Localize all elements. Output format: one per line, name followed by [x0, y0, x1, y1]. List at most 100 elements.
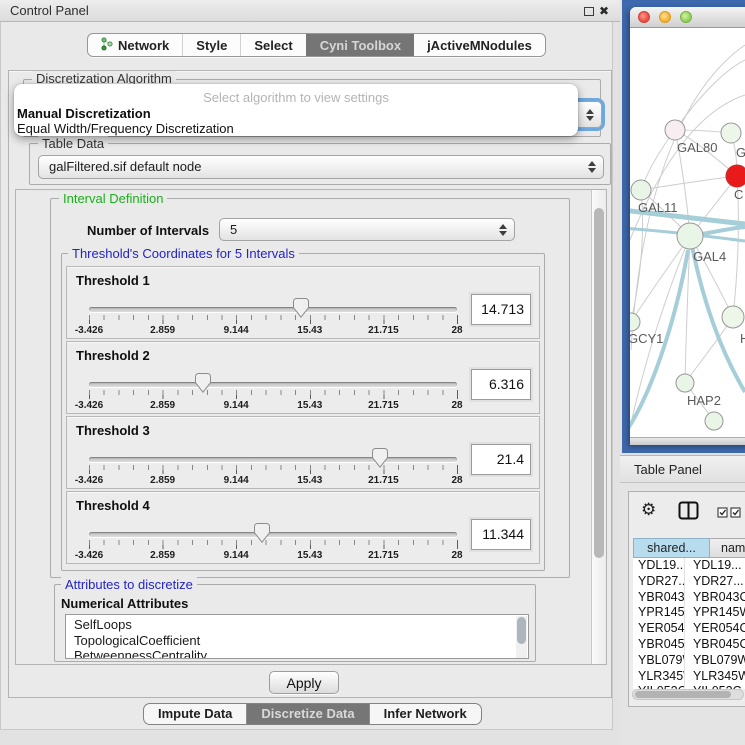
tab-select[interactable]: Select: [240, 34, 305, 56]
cell-shared-name[interactable]: YPR145W: [633, 605, 685, 621]
table-data-combobox[interactable]: galFiltered.sif default node: [38, 155, 604, 179]
scrollbar-thumb[interactable]: [635, 691, 731, 698]
threshold-value-field[interactable]: 21.4: [471, 444, 531, 475]
tab-style[interactable]: Style: [182, 34, 240, 56]
network-node[interactable]: [677, 223, 703, 249]
cell-name[interactable]: YPR145W: [685, 605, 745, 621]
column-header-shared-name[interactable]: shared...: [633, 538, 710, 558]
algorithm-dropdown-popup: Select algorithm to view settings Manual…: [14, 84, 578, 136]
split-columns-icon[interactable]: [678, 501, 699, 525]
num-intervals-combobox[interactable]: 5: [219, 218, 515, 241]
gear-icon[interactable]: ⚙: [641, 500, 656, 520]
table-horizontal-scrollbar[interactable]: [632, 689, 744, 700]
network-window-titlebar[interactable]: [630, 7, 745, 28]
cell-shared-name[interactable]: YDR27...: [633, 574, 685, 590]
slider-ticks: [89, 465, 457, 474]
traffic-light-minimize-icon[interactable]: [659, 11, 671, 23]
slider-track[interactable]: [89, 457, 457, 462]
cell-name[interactable]: YER054C: [685, 621, 745, 637]
table-row[interactable]: YBL079WYBL079W: [633, 653, 745, 669]
network-node[interactable]: [630, 313, 640, 331]
list-item[interactable]: SelfLoops: [66, 615, 528, 633]
cell-name[interactable]: YBL079W: [685, 653, 745, 669]
network-node[interactable]: [676, 374, 694, 392]
cell-name[interactable]: YDL19...: [685, 558, 745, 574]
threshold-coordinates-group: Threshold's Coordinates for 5 Intervals …: [61, 253, 545, 571]
slider-track[interactable]: [89, 532, 457, 537]
cell-name[interactable]: YDR27...: [685, 574, 745, 590]
table-header-row: shared... name: [633, 538, 745, 558]
combo-stepper-icon: [588, 161, 596, 173]
table-row[interactable]: YPR145WYPR145W: [633, 605, 745, 621]
cyni-content-panel: Discretization Algorithm Table Data galF…: [8, 70, 612, 698]
list-item[interactable]: TopologicalCoefficient: [66, 633, 528, 649]
tick-label: 2.859: [150, 475, 175, 486]
checkbox-icon[interactable]: [717, 505, 728, 523]
settings-scrollpanel: Interval Definition Number of Intervals …: [15, 189, 607, 665]
threshold-panel: Threshold 1 -3.426 2.859 9.144 15.43 21.…: [66, 266, 540, 339]
combo-value: 5: [230, 219, 237, 241]
interval-definition-group: Interval Definition Number of Intervals …: [50, 198, 570, 578]
cell-shared-name[interactable]: YLR345W: [633, 669, 685, 685]
close-icon[interactable]: ✖: [599, 3, 609, 19]
threshold-slider[interactable]: -3.426 2.859 9.144 15.43 21.715 28: [89, 267, 457, 339]
cell-shared-name[interactable]: YDL19...: [633, 558, 685, 574]
threshold-slider[interactable]: -3.426 2.859 9.144 15.43 21.715 28: [89, 417, 457, 489]
list-scrollbar[interactable]: [516, 616, 527, 658]
table-row[interactable]: YDR27...YDR27...: [633, 574, 745, 590]
network-node[interactable]: [722, 306, 744, 328]
dropdown-option-equal-width-frequency[interactable]: Equal Width/Frequency Discretization: [17, 121, 234, 136]
tab-jactivemnodules[interactable]: jActiveMNodules: [414, 34, 545, 56]
slider-track[interactable]: [89, 382, 457, 387]
cell-name[interactable]: YLR345W: [685, 669, 745, 685]
cell-shared-name[interactable]: YBL079W: [633, 653, 685, 669]
list-item[interactable]: BetweennessCentrality: [66, 648, 528, 659]
table-row[interactable]: YBR043CYBR043C: [633, 590, 745, 606]
network-node[interactable]: [705, 412, 723, 430]
network-node-label: GAL80: [677, 140, 717, 155]
table-row[interactable]: YLR345WYLR345W: [633, 669, 745, 685]
dropdown-option-manual-discretization[interactable]: Manual Discretization: [17, 106, 151, 121]
num-intervals-label: Number of Intervals: [87, 223, 209, 238]
threshold-value-field[interactable]: 14.713: [471, 294, 531, 325]
tab-network[interactable]: Network: [88, 34, 182, 56]
slider-thumb[interactable]: [293, 298, 309, 318]
tick-label: -3.426: [75, 550, 103, 561]
slider-thumb[interactable]: [254, 523, 270, 543]
tab-label: Select: [254, 38, 292, 53]
threshold-slider[interactable]: -3.426 2.859 9.144 15.43 21.715 28: [89, 492, 457, 564]
table-row[interactable]: YBR045CYBR045C: [633, 637, 745, 653]
network-node[interactable]: [721, 123, 741, 143]
cell-name[interactable]: YBR043C: [685, 590, 745, 606]
tab-infer-network[interactable]: Infer Network: [369, 704, 481, 724]
threshold-panel: Threshold 2 -3.426 2.859 9.144 15.43 21.…: [66, 341, 540, 414]
slider-thumb[interactable]: [195, 373, 211, 393]
cell-shared-name[interactable]: YER054C: [633, 621, 685, 637]
table-row[interactable]: YDL19...YDL19...: [633, 558, 745, 574]
network-node[interactable]: [631, 180, 651, 200]
tab-discretize-data[interactable]: Discretize Data: [246, 704, 368, 724]
tab-impute-data[interactable]: Impute Data: [144, 704, 246, 724]
threshold-value-field[interactable]: 6.316: [471, 369, 531, 400]
traffic-light-close-icon[interactable]: [638, 11, 650, 23]
tab-label: Infer Network: [384, 706, 467, 721]
table-row[interactable]: YER054CYER054C: [633, 621, 745, 637]
settings-scrollbar[interactable]: [591, 190, 606, 664]
apply-button[interactable]: Apply: [269, 671, 339, 694]
slider-track[interactable]: [89, 307, 457, 312]
cell-name[interactable]: YBR045C: [685, 637, 745, 653]
slider-thumb[interactable]: [372, 448, 388, 468]
traffic-light-zoom-icon[interactable]: [680, 11, 692, 23]
threshold-slider[interactable]: -3.426 2.859 9.144 15.43 21.715 28: [89, 342, 457, 414]
network-canvas[interactable]: GAL80 G C GAL11 GAL4 GCY1 H HAP2: [630, 28, 745, 437]
network-node[interactable]: [665, 120, 685, 140]
float-icon[interactable]: [584, 7, 594, 16]
cell-shared-name[interactable]: YBR045C: [633, 637, 685, 653]
column-header-name[interactable]: name: [710, 538, 745, 558]
threshold-value-field[interactable]: 11.344: [471, 519, 531, 550]
cell-shared-name[interactable]: YBR043C: [633, 590, 685, 606]
tab-cyni-toolbox[interactable]: Cyni Toolbox: [306, 34, 414, 56]
checkbox-icon[interactable]: [730, 505, 741, 523]
network-node[interactable]: [726, 165, 745, 187]
scrollbar-thumb[interactable]: [594, 208, 604, 558]
